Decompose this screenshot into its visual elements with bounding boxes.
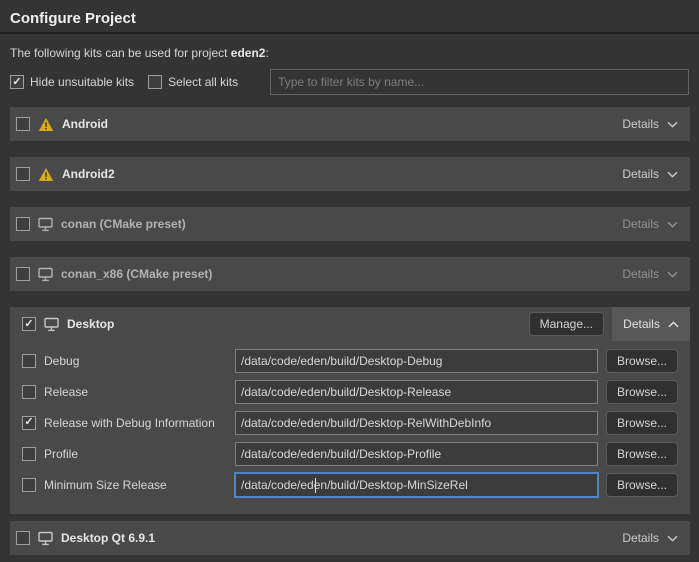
desktop-icon: [38, 267, 53, 282]
chevron-down-icon: [667, 171, 678, 178]
chevron-up-icon: [668, 317, 679, 331]
details-button[interactable]: Details: [622, 117, 678, 131]
hide-unsuitable-kits-label: Hide unsuitable kits: [30, 75, 134, 89]
kit-panel-desktop: Desktop Manage... Details Debug Browse..…: [10, 307, 690, 514]
build-config-row-release: Release Browse...: [10, 376, 690, 407]
titlebar: Configure Project: [0, 0, 699, 34]
kit-name: Android2: [62, 167, 115, 181]
kit-checkbox[interactable]: [16, 531, 30, 545]
kit-checkbox[interactable]: [16, 167, 30, 181]
details-button-expanded[interactable]: Details: [612, 307, 690, 341]
kit-name: Android: [62, 117, 108, 131]
build-config-label: Release: [44, 385, 88, 399]
build-dir-input[interactable]: [235, 442, 598, 466]
browse-button[interactable]: Browse...: [606, 380, 678, 404]
kit-name: Desktop: [67, 317, 114, 331]
kit-checkbox[interactable]: [16, 217, 30, 231]
kit-list: Android Details Android2 Details conan (…: [0, 107, 699, 555]
desktop-icon: [44, 317, 59, 332]
build-config-checkbox[interactable]: [22, 385, 36, 399]
kit-checkbox[interactable]: [16, 117, 30, 131]
chevron-down-icon: [667, 221, 678, 228]
kit-row-android2[interactable]: Android2 Details: [10, 157, 690, 191]
select-all-kits-option[interactable]: Select all kits: [148, 75, 238, 89]
warning-icon: [38, 117, 54, 132]
build-config-checkbox[interactable]: [22, 416, 36, 430]
intro-text: The following kits can be used for proje…: [10, 46, 689, 60]
kit-filter-toolbar: Hide unsuitable kits Select all kits: [10, 69, 689, 95]
hide-unsuitable-kits-option[interactable]: Hide unsuitable kits: [10, 75, 134, 89]
kit-row-android[interactable]: Android Details: [10, 107, 690, 141]
kit-filter-input[interactable]: [270, 69, 689, 95]
browse-button[interactable]: Browse...: [606, 473, 678, 497]
browse-button[interactable]: Browse...: [606, 411, 678, 435]
page-title: Configure Project: [10, 10, 689, 27]
build-config-checkbox[interactable]: [22, 447, 36, 461]
build-config-label: Release with Debug Information: [44, 416, 215, 430]
kit-checkbox[interactable]: [22, 317, 36, 331]
kit-row-desktop[interactable]: Desktop Manage... Details: [10, 307, 690, 341]
kit-name: conan (CMake preset): [61, 217, 186, 231]
browse-button[interactable]: Browse...: [606, 349, 678, 373]
build-config-row-debug: Debug Browse...: [10, 345, 690, 376]
details-button[interactable]: Details: [622, 531, 678, 545]
build-dir-input[interactable]: [235, 411, 598, 435]
kit-row-conan[interactable]: conan (CMake preset) Details: [10, 207, 690, 241]
select-all-kits-label: Select all kits: [168, 75, 238, 89]
browse-button[interactable]: Browse...: [606, 442, 678, 466]
desktop-icon: [38, 531, 53, 546]
chevron-down-icon: [667, 271, 678, 278]
build-config-row-relwithdebinfo: Release with Debug Information Browse...: [10, 407, 690, 438]
details-button[interactable]: Details: [622, 267, 678, 281]
build-config-label: Minimum Size Release: [44, 478, 167, 492]
project-name: eden2: [231, 46, 266, 60]
chevron-down-icon: [667, 535, 678, 542]
kit-checkbox[interactable]: [16, 267, 30, 281]
kit-name: conan_x86 (CMake preset): [61, 267, 212, 281]
desktop-icon: [38, 217, 53, 232]
kit-name: Desktop Qt 6.9.1: [61, 531, 155, 545]
build-config-row-minsizerel: Minimum Size Release Browse...: [10, 469, 690, 500]
build-config-label: Debug: [44, 354, 79, 368]
build-dir-input[interactable]: [235, 349, 598, 373]
select-all-kits-checkbox[interactable]: [148, 75, 162, 89]
build-config-label: Profile: [44, 447, 78, 461]
hide-unsuitable-kits-checkbox[interactable]: [10, 75, 24, 89]
manage-button[interactable]: Manage...: [529, 312, 604, 336]
build-config-checkbox[interactable]: [22, 354, 36, 368]
chevron-down-icon: [667, 121, 678, 128]
kit-row-desktop-qt[interactable]: Desktop Qt 6.9.1 Details: [10, 521, 690, 555]
build-config-row-profile: Profile Browse...: [10, 438, 690, 469]
details-button[interactable]: Details: [622, 167, 678, 181]
build-dir-input-focused[interactable]: [235, 473, 598, 497]
text-cursor: [315, 478, 316, 493]
details-button[interactable]: Details: [622, 217, 678, 231]
build-dir-input[interactable]: [235, 380, 598, 404]
build-config-checkbox[interactable]: [22, 478, 36, 492]
warning-icon: [38, 167, 54, 182]
kit-row-conan-x86[interactable]: conan_x86 (CMake preset) Details: [10, 257, 690, 291]
